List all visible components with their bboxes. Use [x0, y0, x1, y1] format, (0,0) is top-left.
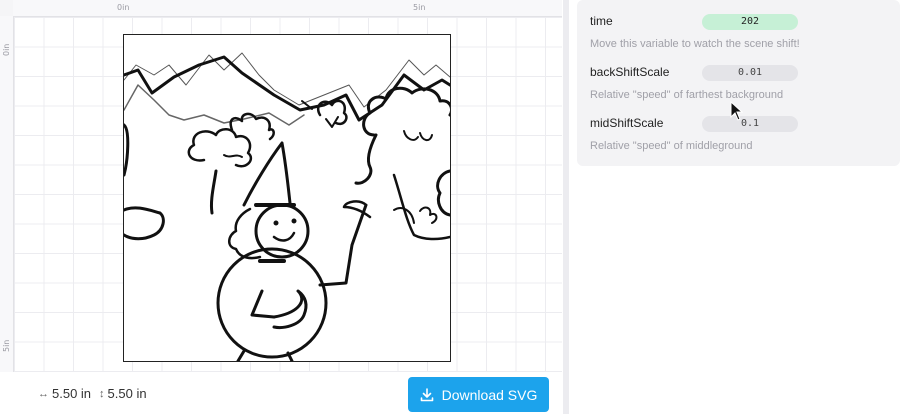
- variable-description-time: Move this variable to watch the scene sh…: [590, 38, 800, 50]
- height-value: 5.50 in: [107, 386, 147, 401]
- width-dimension: ↔ 5.50 in: [38, 386, 91, 401]
- horizontal-arrow-icon: ↔: [38, 387, 49, 400]
- scene-drawing: [124, 52, 450, 361]
- vertical-arrow-icon: ↕: [99, 387, 105, 400]
- variable-panel: time 202 Move this variable to watch the…: [577, 0, 900, 166]
- height-dimension: ↕ 5.50 in: [99, 386, 147, 401]
- top-ruler: 0in 5in: [13, 0, 562, 17]
- artboard-drawing[interactable]: [123, 34, 451, 362]
- download-button-label: Download SVG: [441, 386, 538, 403]
- download-icon: [420, 387, 433, 401]
- variable-name-time: time: [590, 14, 613, 28]
- ruler-label-5in: 5in: [413, 3, 426, 12]
- variable-value-time[interactable]: 202: [702, 14, 798, 30]
- left-ruler: 0in 5in: [0, 16, 14, 414]
- ruler-label-0in: 0in: [117, 3, 130, 12]
- variable-description-backshiftscale: Relative "speed" of farthest background: [590, 89, 784, 101]
- ruler-label-5in-vertical: 5in: [2, 339, 11, 352]
- canvas-dimensions: ↔ 5.50 in ↕ 5.50 in: [38, 386, 147, 401]
- variable-value-midshiftscale[interactable]: 0.1: [702, 116, 798, 132]
- variable-value-backshiftscale[interactable]: 0.01: [702, 65, 798, 81]
- canvas-panel: 0in 5in 0in 5in: [0, 0, 562, 414]
- variable-description-midshiftscale: Relative "speed" of middleground: [590, 140, 753, 152]
- panel-scrollbar[interactable]: [563, 0, 569, 414]
- download-svg-button[interactable]: Download SVG: [408, 377, 549, 412]
- width-value: 5.50 in: [52, 386, 92, 401]
- mouse-pointer-icon: [730, 101, 744, 121]
- ruler-label-0in-vertical: 0in: [2, 43, 11, 56]
- variable-name-backshiftscale: backShiftScale: [590, 65, 670, 79]
- variable-name-midshiftscale: midShiftScale: [590, 116, 664, 130]
